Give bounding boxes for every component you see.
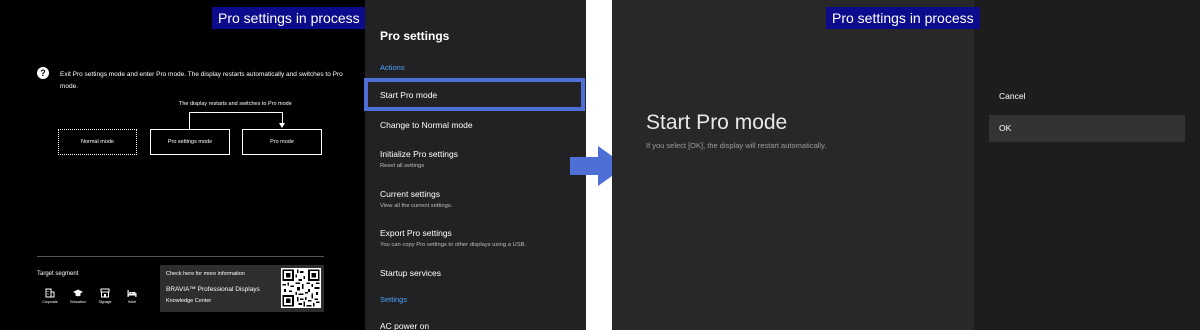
menu-item-export-pro-settings[interactable]: Export Pro settings You can copy Pro set…: [380, 228, 580, 248]
menu-item-label: AC power on: [380, 321, 430, 330]
menu-title: Pro settings: [380, 29, 450, 43]
segment-label: Signage: [98, 300, 112, 304]
dialog-title: Start Pro mode: [646, 111, 788, 134]
dialog-options-panel: [974, 0, 1200, 330]
help-icon: ?: [37, 67, 49, 79]
qr-code-icon: [281, 268, 321, 308]
menu-item-sublabel: View all the current settings.: [380, 203, 453, 209]
segment-hotel: Hotel: [118, 288, 146, 304]
status-banner: Pro settings in process: [212, 7, 366, 29]
mode-box-pro: Pro mode: [242, 129, 322, 155]
section-settings: Settings: [380, 295, 408, 304]
info-card[interactable]: Check here for more information BRAVIA™ …: [160, 265, 324, 312]
menu-item-label: Initialize Pro settings: [380, 149, 458, 159]
flow-connector: [189, 112, 283, 113]
mode-description: Exit Pro settings mode and enter Pro mod…: [60, 71, 343, 90]
graduation-cap-icon: [73, 289, 83, 297]
flow-label: The display restarts and switches to Pro…: [179, 101, 292, 107]
menu-item-initialize-pro-settings[interactable]: Initialize Pro settings Reset all settin…: [380, 149, 580, 169]
info-knowledge-center: Knowledge Center: [166, 298, 212, 304]
mode-box-normal: Normal mode: [58, 129, 137, 155]
tutorial-stage: ? Exit Pro settings mode and enter Pro m…: [0, 0, 1200, 330]
segment-label: Hotel: [127, 300, 137, 304]
bed-icon: [127, 290, 137, 297]
segment-corporate: Corporate: [36, 288, 64, 304]
menu-item-label: Startup services: [380, 268, 441, 278]
confirm-dialog-screen: Start Pro mode If you select [OK], the d…: [612, 0, 1200, 330]
info-brand: BRAVIA™ Professional Displays: [166, 286, 260, 293]
mode-box-pro-settings: Pro settings mode: [150, 129, 230, 155]
info-check-text: Check here for more information: [166, 271, 245, 277]
cancel-button[interactable]: Cancel: [999, 91, 1025, 101]
selection-highlight: [364, 78, 585, 111]
pro-settings-menu: Pro settings Actions Start Pro mode Chan…: [365, 0, 586, 330]
section-actions: Actions: [380, 63, 405, 72]
menu-item-label: Current settings: [380, 189, 440, 199]
building-icon: [45, 288, 55, 298]
ok-button[interactable]: OK: [989, 115, 1185, 142]
storefront-icon: [100, 288, 110, 298]
menu-item-startup-services[interactable]: Startup services: [380, 268, 580, 278]
menu-item-change-normal-mode[interactable]: Change to Normal mode: [380, 120, 580, 130]
menu-item-sublabel: You can copy Pro settings to other displ…: [380, 242, 527, 248]
menu-item-current-settings[interactable]: Current settings View all the current se…: [380, 189, 580, 209]
arrow-down-icon: [279, 123, 285, 128]
flow-connector-start: [189, 112, 190, 129]
divider: [37, 256, 324, 257]
menu-item-label: Export Pro settings: [380, 228, 452, 238]
segment-label: Education: [70, 300, 86, 304]
dialog-text: If you select [OK], the display will res…: [646, 141, 827, 150]
segment-education: Education: [64, 288, 92, 304]
menu-item-label: Change to Normal mode: [380, 120, 473, 130]
segment-signage: Signage: [91, 288, 119, 304]
menu-item-ac-power-on[interactable]: AC power on: [380, 321, 580, 330]
target-segment-title: Target segment: [37, 271, 79, 277]
segment-label: Corporate: [42, 300, 58, 304]
status-banner: Pro settings in process: [826, 7, 980, 29]
menu-item-sublabel: Reset all settings: [380, 163, 425, 169]
